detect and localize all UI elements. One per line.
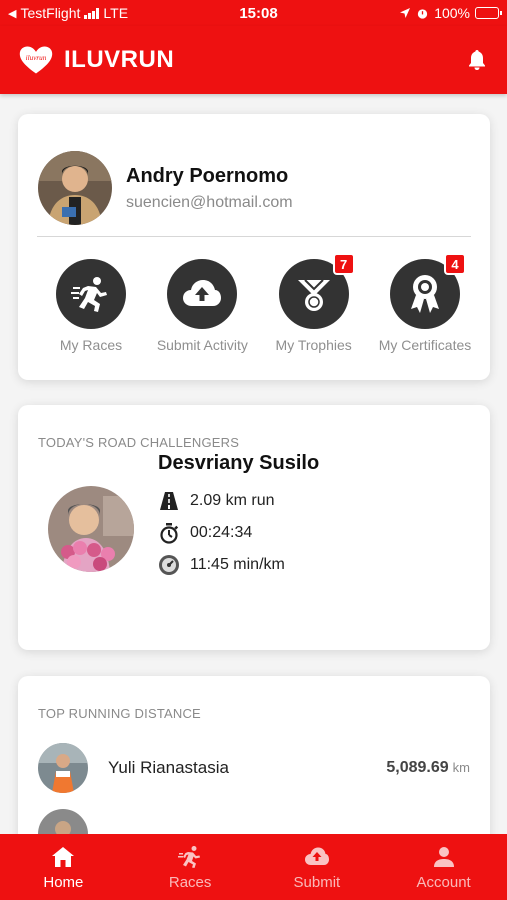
nav-races[interactable]: Races — [127, 834, 254, 900]
logo-text: iluvrun — [26, 54, 47, 62]
speedometer-icon — [159, 555, 179, 575]
challenger-duration: 00:24:34 — [190, 524, 253, 541]
my-trophies-label: My Trophies — [275, 337, 352, 353]
bottom-nav: Home Races Submit Account — [0, 834, 507, 900]
app-title: ILUVRUN — [64, 46, 175, 73]
challenger-distance-stat: 2.09 km run — [158, 485, 319, 517]
back-arrow-icon[interactable]: ◀ — [8, 7, 16, 20]
runner-icon[interactable] — [56, 259, 126, 329]
rank-distance-value: 5,089.69 — [386, 759, 449, 776]
cloud-upload-icon[interactable] — [167, 259, 238, 329]
nav-account-label: Account — [416, 873, 471, 891]
nav-submit-label: Submit — [293, 873, 341, 891]
profile-name: Andry Poernomo — [126, 164, 289, 187]
challenger-pace: 11:45 min/km — [190, 556, 285, 573]
avatar[interactable] — [38, 151, 112, 225]
back-app-label[interactable]: TestFlight — [20, 5, 80, 21]
list-item[interactable]: Yuli Rianastasia 5,089.69 km — [18, 735, 490, 801]
nav-account[interactable]: Account — [380, 834, 507, 900]
my-races-label: My Races — [59, 337, 123, 353]
certificates-badge: 4 — [443, 253, 466, 275]
certificate-ribbon-icon[interactable]: 4 — [389, 253, 466, 329]
challenger-avatar — [48, 485, 134, 572]
challenger-pace-stat: 11:45 min/km — [158, 549, 319, 581]
nav-home-label: Home — [43, 873, 84, 891]
location-icon — [400, 8, 411, 18]
challenger-duration-stat: 00:24:34 — [158, 517, 319, 549]
bell-icon[interactable] — [465, 48, 489, 72]
submit-activity-button[interactable]: Submit Activity — [147, 259, 257, 353]
trophy-medal-icon[interactable]: 7 — [278, 253, 355, 329]
profile-email: suencien@hotmail.com — [126, 193, 293, 211]
status-bar-left: ◀ TestFlight LTE — [8, 5, 178, 21]
nav-home[interactable]: Home — [0, 834, 127, 900]
status-bar-right: 100% — [369, 5, 502, 21]
battery-icon — [475, 7, 502, 19]
alarm-icon — [418, 8, 428, 19]
app-header: iluvrun ILUVRUN — [0, 26, 507, 94]
network-label: LTE — [103, 5, 129, 21]
challengers-section-title: TODAY'S ROAD CHALLENGERS — [38, 435, 240, 450]
status-time: 15:08 — [239, 4, 278, 22]
profile-actions: My Races Submit Activity 7 My Trophies 4… — [18, 237, 490, 353]
trophies-badge: 7 — [332, 253, 355, 275]
signal-icon — [84, 7, 100, 19]
road-challengers-card[interactable]: TODAY'S ROAD CHALLENGERS Desvriany Susil… — [18, 405, 490, 650]
top-distance-section-title: TOP RUNNING DISTANCE — [38, 706, 201, 721]
rank-name: Yuli Rianastasia — [108, 758, 229, 777]
person-icon — [433, 846, 454, 867]
my-certificates-label: My Certificates — [378, 337, 472, 353]
nav-submit[interactable]: Submit — [254, 834, 381, 900]
my-trophies-button[interactable]: 7 My Trophies — [259, 253, 369, 353]
battery-percent: 100% — [434, 5, 470, 21]
home-icon — [52, 846, 75, 867]
my-certificates-button[interactable]: 4 My Certificates — [370, 253, 480, 353]
heart-logo-icon: iluvrun — [19, 46, 53, 74]
my-races-button[interactable]: My Races — [36, 259, 146, 353]
status-bar: ◀ TestFlight LTE 15:08 100% — [0, 0, 507, 26]
challenger-name: Desvriany Susilo — [158, 452, 320, 474]
profile-card: Andry Poernomo suencien@hotmail.com My R… — [18, 114, 490, 380]
submit-activity-label: Submit Activity — [156, 337, 248, 353]
runner-icon — [178, 845, 201, 868]
nav-races-label: Races — [168, 873, 212, 891]
road-icon — [160, 492, 178, 510]
profile-header: Andry Poernomo suencien@hotmail.com — [18, 114, 490, 232]
challenger-row[interactable]: Desvriany Susilo 2.09 km run 00:24:34 11… — [18, 450, 490, 581]
challenger-distance: 2.09 km run — [190, 492, 275, 509]
cloud-upload-icon — [304, 847, 329, 865]
rank-distance-unit: km — [452, 760, 470, 775]
stopwatch-icon — [160, 523, 179, 544]
rank-avatar — [38, 743, 88, 793]
